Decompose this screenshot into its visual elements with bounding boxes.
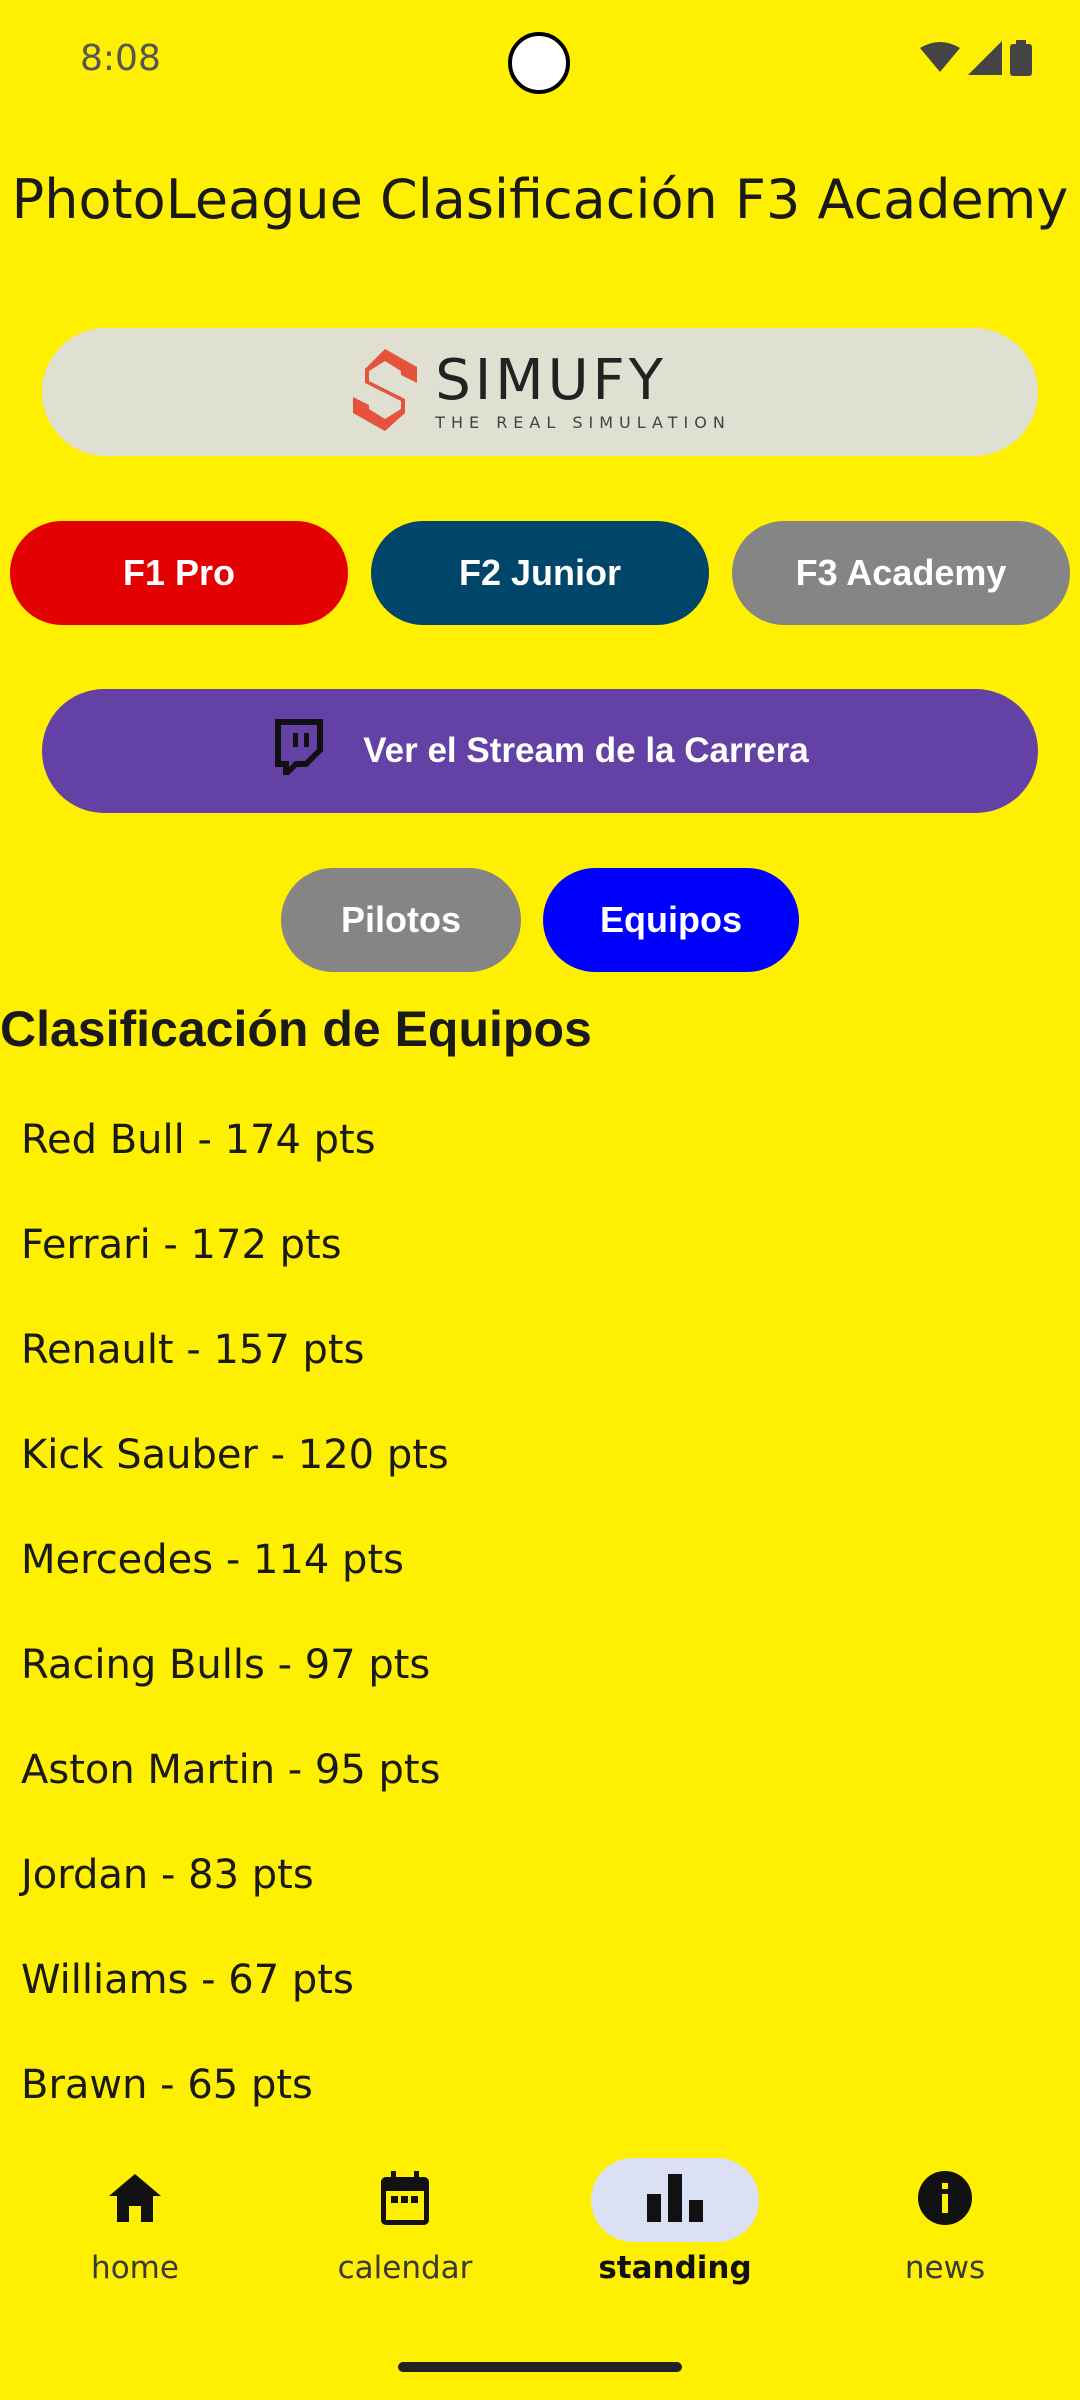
home-indicator[interactable]: [398, 2362, 682, 2372]
status-bar: 8:08: [0, 0, 1080, 120]
list-item: Renault - 157 pts: [21, 1327, 365, 1373]
stream-button[interactable]: Ver el Stream de la Carrera: [42, 689, 1038, 813]
bar-chart-icon: [647, 2173, 703, 2227]
nav-item-home[interactable]: home: [0, 2140, 270, 2300]
status-icons: [920, 40, 1032, 81]
category-selector: F1 Pro F2 Junior F3 Academy: [10, 521, 1070, 625]
sponsor-logo: SIMUFY THE REAL SIMULATION: [349, 347, 731, 438]
f2-junior-button[interactable]: F2 Junior: [371, 521, 709, 625]
info-icon: [918, 2170, 972, 2230]
nav-item-standing[interactable]: standing: [540, 2140, 810, 2300]
nav-label-calendar: calendar: [337, 2250, 473, 2286]
f3-academy-label: F3 Academy: [795, 552, 1007, 593]
sponsor-tagline: THE REAL SIMULATION: [435, 412, 731, 432]
camera-cutout: [508, 32, 570, 94]
wifi-icon: [920, 42, 960, 79]
nav-icon-container: [51, 2158, 219, 2242]
simufy-logo-icon: [349, 347, 421, 438]
pilotos-button[interactable]: Pilotos: [281, 868, 521, 972]
equipos-button[interactable]: Equipos: [543, 868, 799, 972]
sponsor-banner[interactable]: SIMUFY THE REAL SIMULATION: [42, 328, 1038, 456]
home-icon: [109, 2173, 161, 2227]
page-title: PhotoLeague Clasificación F3 Academy: [11, 168, 1069, 231]
status-time: 8:08: [80, 38, 161, 79]
f3-academy-button[interactable]: F3 Academy: [732, 521, 1070, 625]
standings-title: Clasificación de Equipos: [0, 1001, 592, 1057]
nav-label-home: home: [91, 2250, 179, 2286]
view-toggle: Pilotos Equipos: [0, 868, 1080, 972]
nav-label-news: news: [904, 2250, 986, 2286]
f1-pro-label: F1 Pro: [122, 552, 236, 593]
nav-item-news[interactable]: news: [810, 2140, 1080, 2300]
battery-icon: [1010, 40, 1032, 81]
nav-item-calendar[interactable]: calendar: [270, 2140, 540, 2300]
nav-icon-container: [861, 2158, 1029, 2242]
nav-icon-container-active: [591, 2158, 759, 2242]
pilotos-label: Pilotos: [340, 899, 461, 940]
cell-signal-icon: [968, 41, 1002, 80]
stream-label: Ver el Stream de la Carrera: [363, 731, 809, 770]
f2-junior-label: F2 Junior: [458, 552, 622, 593]
sponsor-name: SIMUFY: [435, 347, 667, 413]
list-item: Jordan - 83 pts: [21, 1852, 314, 1898]
nav-icon-container: [321, 2158, 489, 2242]
list-item: Williams - 67 pts: [21, 1957, 354, 2003]
list-item: Racing Bulls - 97 pts: [21, 1642, 431, 1688]
list-item: Kick Sauber - 120 pts: [21, 1432, 449, 1478]
bottom-nav: home calendar standing news: [0, 2140, 1080, 2300]
equipos-label: Equipos: [600, 899, 742, 940]
sponsor-wordmark: SIMUFY THE REAL SIMULATION: [435, 347, 731, 432]
calendar-icon: [381, 2170, 429, 2230]
nav-label-standing: standing: [598, 2250, 752, 2286]
list-item: Red Bull - 174 pts: [21, 1117, 376, 1163]
list-item: Mercedes - 114 pts: [21, 1537, 404, 1583]
list-item: Ferrari - 172 pts: [21, 1222, 342, 1268]
twitch-icon: [271, 718, 327, 784]
list-item: Aston Martin - 95 pts: [21, 1747, 441, 1793]
f1-pro-button[interactable]: F1 Pro: [10, 521, 348, 625]
standings-list: Red Bull - 174 pts Ferrari - 172 pts Ren…: [21, 1110, 449, 2160]
